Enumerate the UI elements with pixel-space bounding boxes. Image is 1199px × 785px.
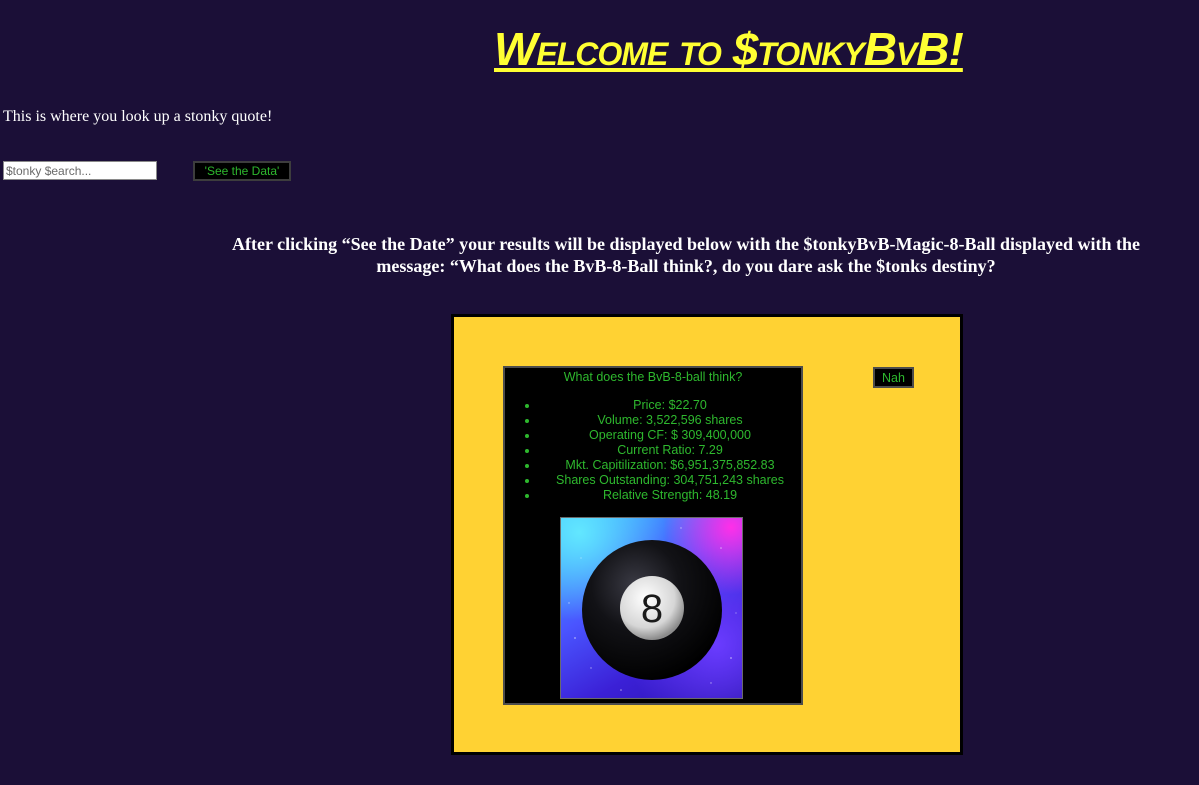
metric-operating-cf: Operating CF: $ 309,400,000: [539, 428, 801, 443]
metric-price: Price: $22.70: [539, 398, 801, 413]
intro-text: This is where you look up a stonky quote…: [3, 108, 273, 125]
results-panel: What does the BvB-8-ball think? Price: $…: [451, 314, 963, 755]
metric-shares-outstanding: Shares Outstanding: 304,751,243 shares: [539, 473, 801, 488]
page-title: Welcome to $tonkyBvB!: [494, 23, 964, 75]
instructions-text: After clicking “See the Date” your resul…: [231, 234, 1140, 276]
metric-market-cap: Mkt. Capitilization: $6,951,375,852.83: [539, 458, 801, 473]
search-input[interactable]: [3, 161, 157, 180]
result-card: What does the BvB-8-ball think? Price: $…: [503, 366, 803, 705]
metrics-list: Price: $22.70 Volume: 3,522,596 shares O…: [505, 398, 801, 503]
card-title: What does the BvB-8-ball think?: [563, 370, 743, 384]
magic-8-ball-image: 8: [560, 517, 743, 699]
metric-volume: Volume: 3,522,596 shares: [539, 413, 801, 428]
ball-number: 8: [641, 587, 663, 631]
see-data-button[interactable]: 'See the Data': [193, 161, 291, 181]
nah-button[interactable]: Nah: [873, 367, 914, 388]
metric-current-ratio: Current Ratio: 7.29: [539, 443, 801, 458]
metric-relative-strength: Relative Strength: 48.19: [539, 488, 801, 503]
